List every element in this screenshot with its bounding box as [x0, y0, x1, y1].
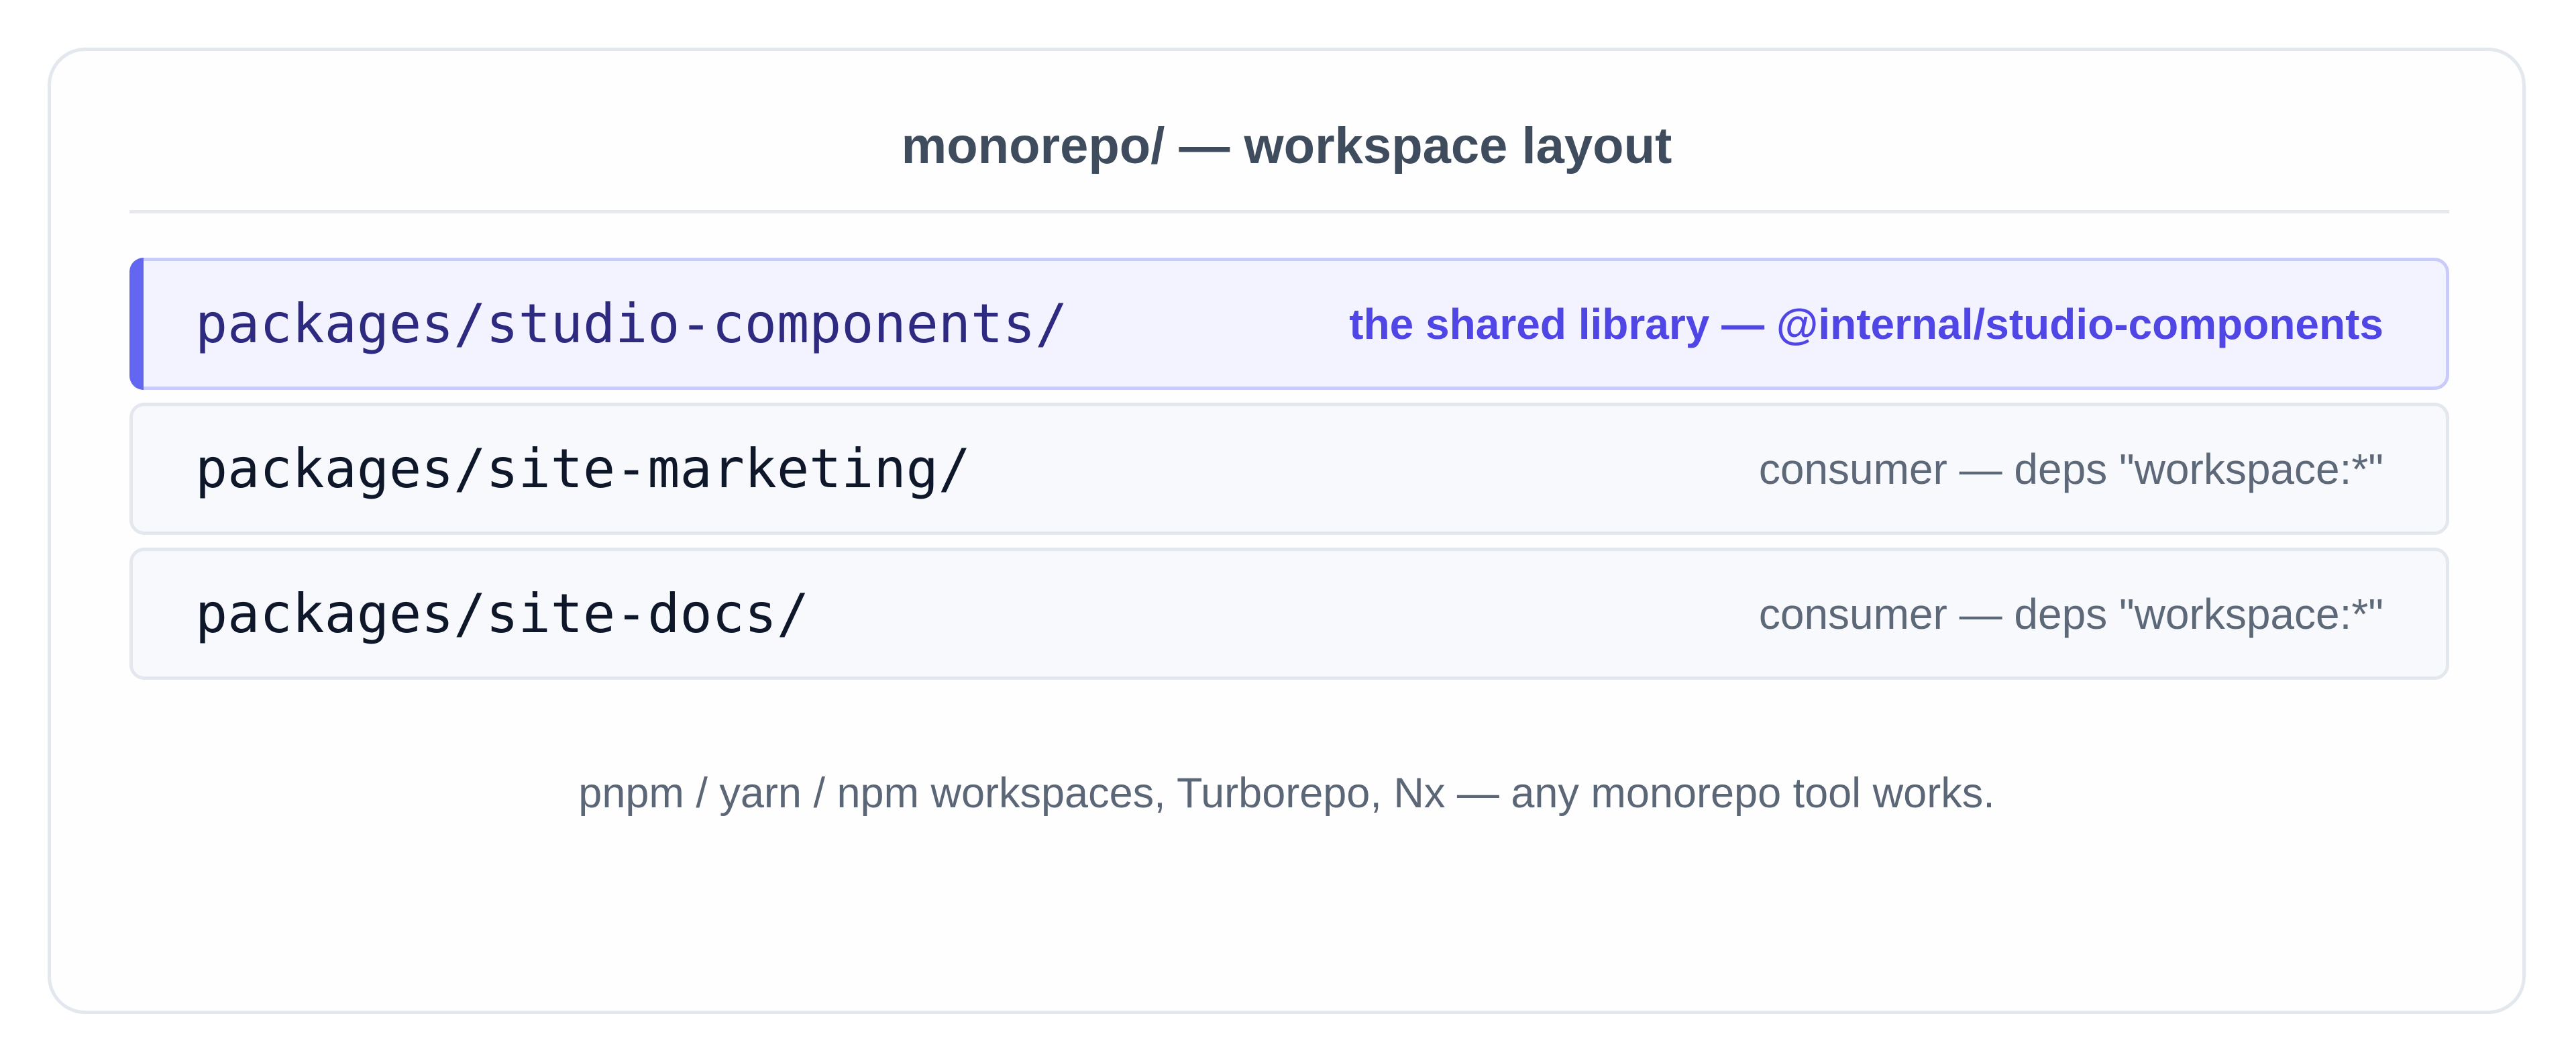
- diagram-title: monorepo/ — workspace layout: [901, 117, 1672, 174]
- package-path: packages/studio-components/: [195, 293, 1068, 355]
- package-row-studio-components: packages/studio-components/ the shared l…: [129, 258, 2449, 390]
- package-note: consumer — deps "workspace:*": [1758, 589, 2383, 638]
- package-path: packages/site-marketing/: [195, 438, 971, 500]
- package-note: the shared library — @internal/studio-co…: [1349, 299, 2383, 348]
- title-divider: [129, 210, 2449, 213]
- highlight-accent-bar: [129, 258, 144, 390]
- footer-note: pnpm / yarn / npm workspaces, Turborepo,…: [578, 770, 1995, 817]
- package-path: packages/site-docs/: [195, 583, 810, 645]
- package-row-site-docs: packages/site-docs/ consumer — deps "wor…: [129, 548, 2449, 680]
- workspace-layout-card: monorepo/ — workspace layout packages/st…: [48, 48, 2526, 1014]
- package-note: consumer — deps "workspace:*": [1758, 444, 2383, 493]
- package-row-site-marketing: packages/site-marketing/ consumer — deps…: [129, 403, 2449, 535]
